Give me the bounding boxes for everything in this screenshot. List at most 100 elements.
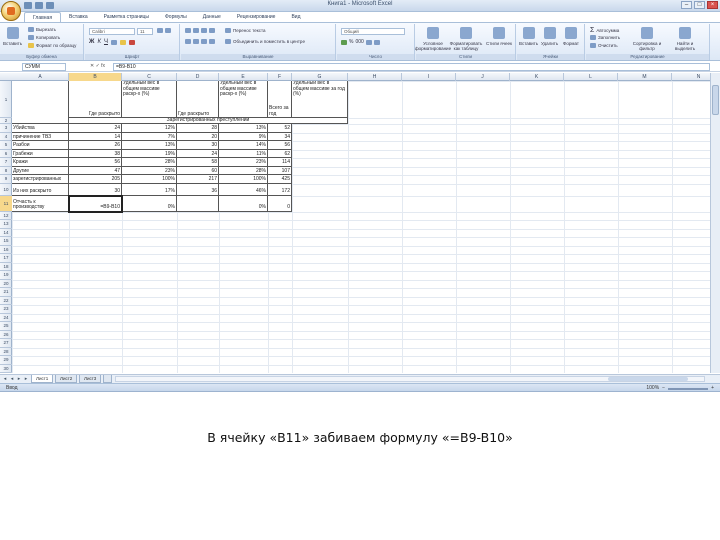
- sheet-tab-1[interactable]: Лист1: [31, 375, 54, 383]
- row-label-cell[interactable]: Кражи: [12, 158, 69, 167]
- row-header[interactable]: 3: [0, 124, 12, 133]
- header-cell[interactable]: Всего за год: [268, 81, 292, 118]
- row-header[interactable]: 27: [0, 339, 12, 348]
- header-cell[interactable]: Где раскрыто: [69, 81, 122, 118]
- table-cell[interactable]: 34: [268, 132, 292, 141]
- table-cell[interactable]: 100%: [122, 175, 177, 184]
- tab-data[interactable]: Данные: [195, 12, 229, 22]
- sheet-tab-2[interactable]: Лист2: [55, 375, 78, 383]
- column-header-k[interactable]: K: [510, 73, 564, 81]
- row-header[interactable]: 17: [0, 254, 12, 263]
- row-header[interactable]: 11: [0, 195, 12, 212]
- copy-button[interactable]: Копировать: [28, 35, 60, 40]
- minimize-button[interactable]: –: [681, 1, 692, 9]
- table-cell[interactable]: 12%: [122, 124, 177, 133]
- next-sheet-icon[interactable]: ▸: [16, 376, 22, 382]
- underline-icon[interactable]: Ч: [104, 39, 108, 45]
- format-painter-button[interactable]: Формат по образцу: [28, 43, 76, 48]
- horizontal-scrollbar[interactable]: [115, 376, 705, 382]
- table-cell[interactable]: 205: [69, 175, 122, 184]
- first-sheet-icon[interactable]: ◂: [2, 376, 8, 382]
- tab-insert[interactable]: Вставка: [61, 12, 96, 22]
- table-cell[interactable]: 28%: [219, 166, 268, 175]
- row-header[interactable]: 7: [0, 158, 12, 167]
- table-cell[interactable]: 7%: [122, 132, 177, 141]
- format-cells-button[interactable]: Формат: [563, 27, 579, 46]
- table-cell[interactable]: 9%: [219, 132, 268, 141]
- row-label-cell[interactable]: Отчасть к производству: [12, 195, 69, 212]
- zoom-in-icon[interactable]: +: [711, 385, 714, 391]
- last-sheet-icon[interactable]: ▸: [23, 376, 29, 382]
- row-header[interactable]: 29: [0, 356, 12, 365]
- insert-cells-button[interactable]: Вставить: [519, 27, 538, 46]
- formula-input[interactable]: =B9-B10: [113, 63, 710, 71]
- table-cell[interactable]: 24: [69, 124, 122, 133]
- table-cell[interactable]: 62: [268, 149, 292, 158]
- maximize-button[interactable]: □: [694, 1, 705, 9]
- row-header[interactable]: 16: [0, 246, 12, 254]
- paste-button[interactable]: Вставить: [3, 27, 22, 46]
- fill-color-icon[interactable]: [119, 39, 126, 45]
- tab-review[interactable]: Рецензирование: [229, 12, 284, 22]
- row-header[interactable]: 28: [0, 348, 12, 356]
- column-header-i[interactable]: I: [402, 73, 456, 81]
- grow-font-button[interactable]: [157, 28, 171, 33]
- italic-icon[interactable]: К: [97, 39, 101, 45]
- office-button[interactable]: [1, 1, 21, 21]
- tab-page-layout[interactable]: Разметка страницы: [96, 12, 157, 22]
- table-cell[interactable]: 20: [177, 132, 219, 141]
- row-header[interactable]: 10: [0, 184, 12, 196]
- table-cell[interactable]: 0: [268, 195, 292, 212]
- table-cell[interactable]: 425: [268, 175, 292, 184]
- table-cell[interactable]: [177, 195, 219, 212]
- find-select-button[interactable]: Найти и выделить: [668, 27, 702, 51]
- header-cell[interactable]: Где раскрыто: [177, 81, 219, 118]
- table-cell[interactable]: 30: [177, 141, 219, 150]
- table-cell[interactable]: 23%: [122, 166, 177, 175]
- row-header[interactable]: 24: [0, 314, 12, 322]
- table-cell[interactable]: 0%: [122, 195, 177, 212]
- row-header[interactable]: 6: [0, 150, 12, 158]
- column-header-e[interactable]: E: [219, 73, 268, 81]
- name-box[interactable]: СУММ: [22, 63, 66, 71]
- format-table-button[interactable]: Форматировать как таблицу: [450, 27, 482, 51]
- row-header[interactable]: 25: [0, 322, 12, 331]
- table-cell[interactable]: 107: [268, 166, 292, 175]
- clear-button[interactable]: Очистить: [590, 43, 618, 48]
- row-label-cell[interactable]: Умышленное причинение ТВЗ: [12, 132, 69, 141]
- tab-view[interactable]: Вид: [283, 12, 308, 22]
- formula-buttons[interactable]: ✕ ✓ fx: [90, 63, 112, 71]
- table-cell[interactable]: 56: [268, 141, 292, 150]
- table-cell[interactable]: 28%: [122, 158, 177, 167]
- new-sheet-icon[interactable]: [103, 375, 112, 383]
- row-header[interactable]: 1: [0, 81, 12, 118]
- column-header-n[interactable]: N: [672, 73, 710, 81]
- column-header-d[interactable]: D: [177, 73, 219, 81]
- zoom-slider[interactable]: [668, 387, 709, 390]
- table-cell[interactable]: 114: [268, 158, 292, 167]
- table-cell[interactable]: 52: [268, 124, 292, 133]
- zoom-control[interactable]: 100% − +: [646, 385, 714, 391]
- row-header[interactable]: 5: [0, 141, 12, 150]
- vertical-scrollbar[interactable]: [710, 73, 720, 373]
- table-cell[interactable]: 11%: [219, 149, 268, 158]
- tab-formulas[interactable]: Формулы: [157, 12, 195, 22]
- column-header-l[interactable]: L: [564, 73, 618, 81]
- table-cell[interactable]: 56: [69, 158, 122, 167]
- header-cell[interactable]: Удельный вес в общем массиве раскр-х (%): [122, 81, 177, 118]
- cell-styles-button[interactable]: Стили ячеек: [484, 27, 514, 46]
- row-header[interactable]: 20: [0, 280, 12, 288]
- table-cell[interactable]: 14%: [219, 141, 268, 150]
- row-header[interactable]: 4: [0, 133, 12, 141]
- row-header[interactable]: 22: [0, 297, 12, 305]
- table-cell[interactable]: 0%: [219, 195, 268, 212]
- header-cell[interactable]: Удельный вес в общем массиве за год (%): [292, 81, 348, 118]
- table-cell[interactable]: 217: [177, 175, 219, 184]
- column-header-c[interactable]: C: [122, 73, 177, 81]
- table-cell[interactable]: 24: [177, 149, 219, 158]
- table-cell[interactable]: 100%: [219, 175, 268, 184]
- h-scroll-thumb[interactable]: [608, 377, 688, 381]
- font-size-combo[interactable]: 11: [137, 28, 153, 35]
- column-header-j[interactable]: J: [456, 73, 510, 81]
- row-label-cell[interactable]: Убийства: [12, 124, 69, 133]
